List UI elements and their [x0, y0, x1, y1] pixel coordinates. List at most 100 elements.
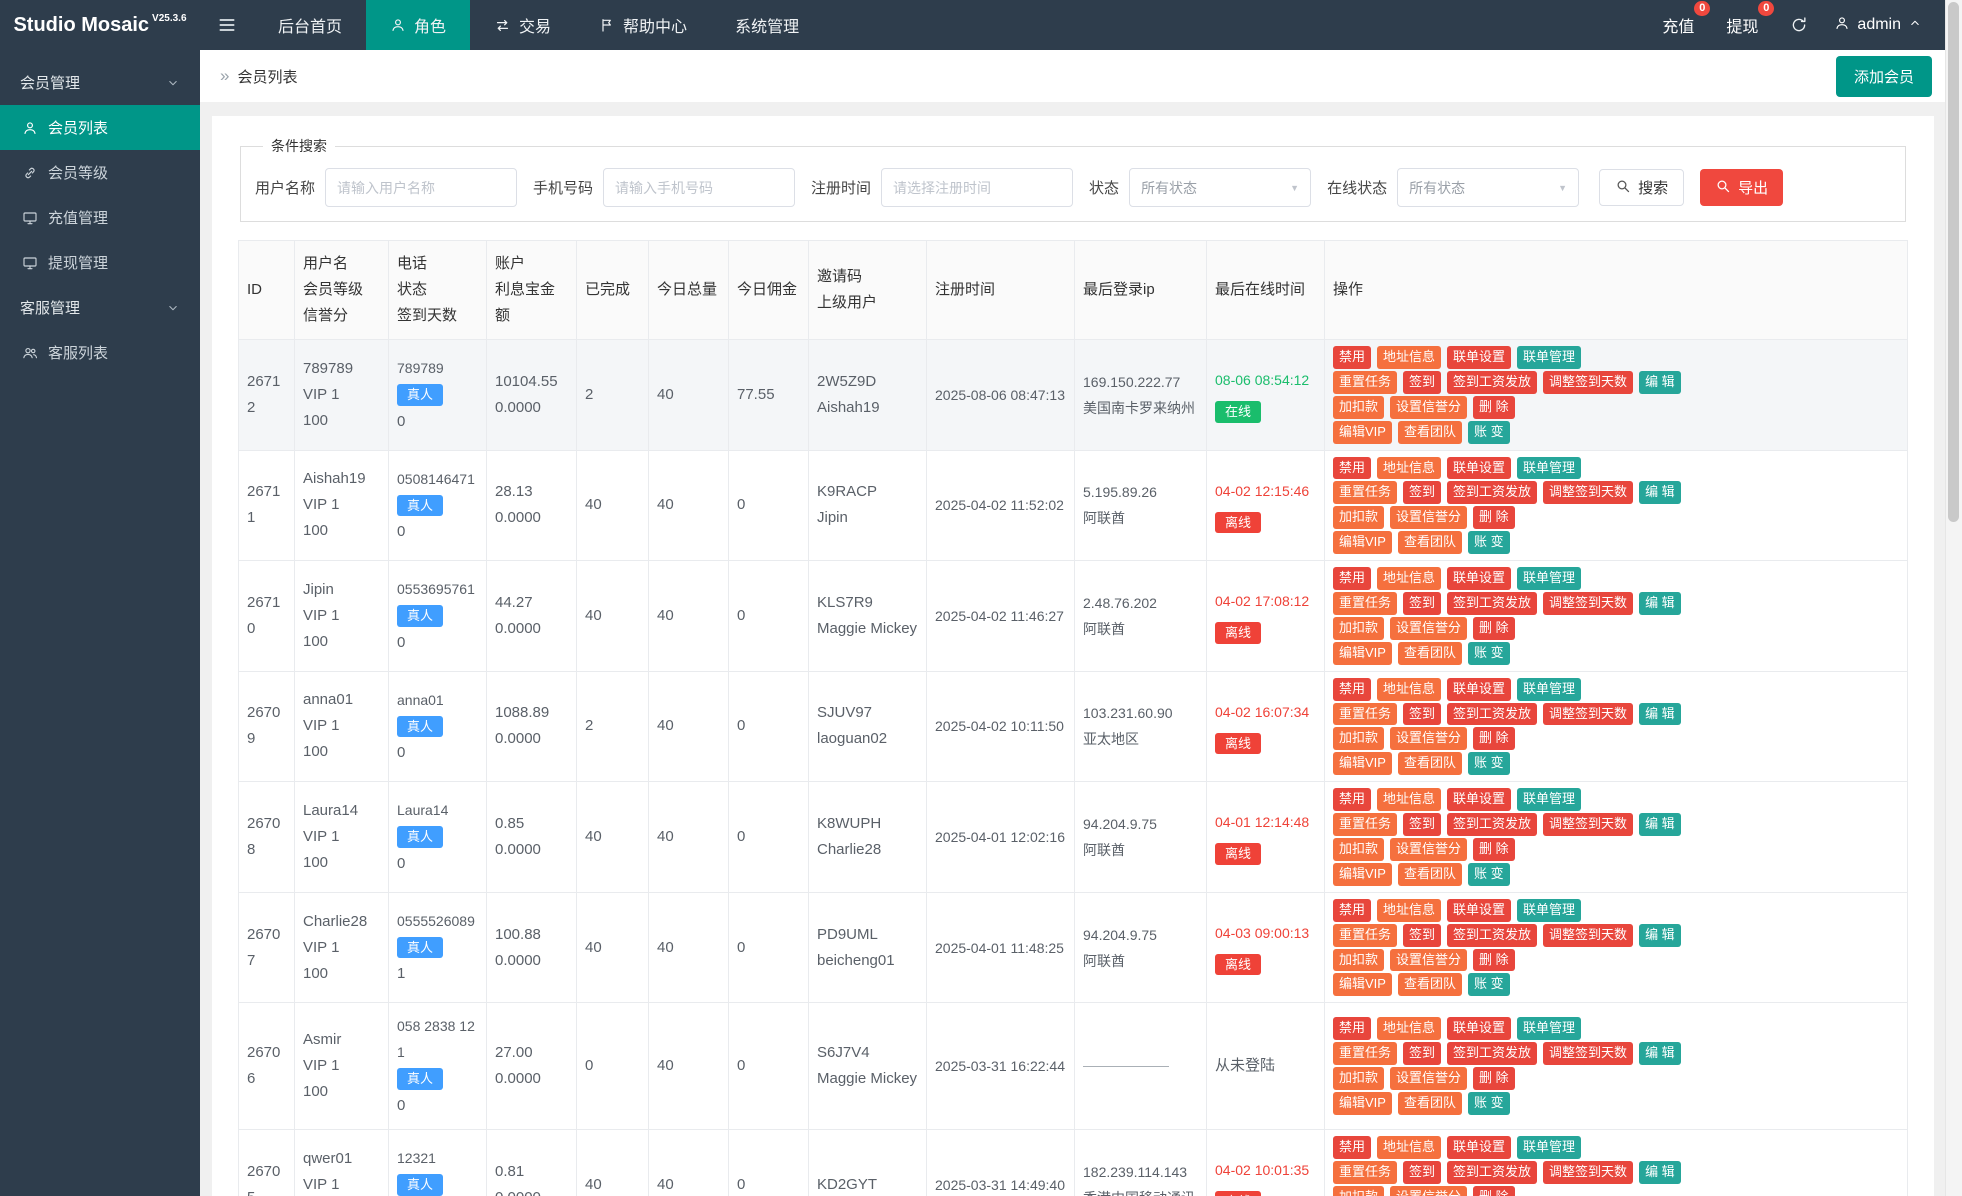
action-order-management-button[interactable]: 联单管理 — [1517, 677, 1582, 701]
action-edit-button[interactable]: 编 辑 — [1639, 813, 1681, 837]
sidebar-item-recharge-management[interactable]: 充值管理 — [0, 195, 200, 240]
export-button[interactable]: 导出 — [1700, 169, 1784, 206]
action-adjust-sign-days-button[interactable]: 调整签到天数 — [1543, 481, 1634, 505]
recharge-link[interactable]: 充值 0 — [1650, 1, 1711, 43]
action-sign-in-button[interactable]: 签到 — [1403, 923, 1442, 947]
action-edit-button[interactable]: 编 辑 — [1639, 702, 1681, 726]
action-set-credit-button[interactable]: 设置信誉分 — [1390, 948, 1468, 972]
action-view-team-button[interactable]: 查看团队 — [1397, 531, 1462, 555]
action-edit-button[interactable]: 编 辑 — [1639, 481, 1681, 505]
action-edit-vip-button[interactable]: 编辑VIP — [1333, 420, 1392, 444]
action-view-team-button[interactable]: 查看团队 — [1397, 752, 1462, 776]
action-delete-button[interactable]: 删 除 — [1473, 616, 1515, 640]
action-edit-vip-button[interactable]: 编辑VIP — [1333, 973, 1392, 997]
action-address-info-button[interactable]: 地址信息 — [1377, 567, 1442, 591]
action-order-management-button[interactable]: 联单管理 — [1517, 898, 1582, 922]
action-disable-button[interactable]: 禁用 — [1333, 788, 1372, 812]
action-add-deduct-button[interactable]: 加扣款 — [1333, 1067, 1385, 1091]
action-delete-button[interactable]: 删 除 — [1473, 395, 1515, 419]
action-sign-salary-button[interactable]: 签到工资发放 — [1447, 1042, 1538, 1066]
action-order-management-button[interactable]: 联单管理 — [1517, 346, 1582, 369]
action-adjust-sign-days-button[interactable]: 调整签到天数 — [1543, 923, 1634, 947]
action-set-credit-button[interactable]: 设置信誉分 — [1390, 1185, 1468, 1196]
action-balance-change-button[interactable]: 账 变 — [1467, 641, 1510, 665]
action-add-deduct-button[interactable]: 加扣款 — [1333, 616, 1385, 640]
user-menu[interactable]: admin — [1824, 9, 1932, 42]
action-sign-salary-button[interactable]: 签到工资发放 — [1447, 370, 1538, 394]
action-balance-change-button[interactable]: 账 变 — [1467, 531, 1510, 555]
action-view-team-button[interactable]: 查看团队 — [1397, 420, 1462, 444]
action-edit-vip-button[interactable]: 编辑VIP — [1333, 752, 1392, 776]
refresh-button[interactable] — [1778, 10, 1820, 40]
sidebar-group-service-management[interactable]: 客服管理 — [0, 285, 200, 330]
action-delete-button[interactable]: 删 除 — [1473, 727, 1515, 751]
page-scrollbar[interactable] — [1945, 0, 1962, 1196]
action-reset-task-button[interactable]: 重置任务 — [1333, 1160, 1398, 1184]
action-order-settings-button[interactable]: 联单设置 — [1447, 567, 1512, 591]
username-input[interactable] — [325, 168, 518, 207]
action-address-info-button[interactable]: 地址信息 — [1377, 1135, 1442, 1159]
action-disable-button[interactable]: 禁用 — [1333, 898, 1372, 922]
scrollbar-thumb[interactable] — [1948, 2, 1959, 522]
action-add-deduct-button[interactable]: 加扣款 — [1333, 395, 1385, 419]
action-adjust-sign-days-button[interactable]: 调整签到天数 — [1543, 592, 1634, 615]
action-sign-in-button[interactable]: 签到 — [1403, 1042, 1442, 1066]
action-view-team-button[interactable]: 查看团队 — [1397, 641, 1462, 665]
action-sign-in-button[interactable]: 签到 — [1403, 592, 1442, 615]
action-add-deduct-button[interactable]: 加扣款 — [1333, 506, 1385, 530]
action-balance-change-button[interactable]: 账 变 — [1467, 420, 1510, 444]
action-sign-salary-button[interactable]: 签到工资发放 — [1447, 592, 1538, 615]
action-edit-button[interactable]: 编 辑 — [1639, 592, 1681, 615]
action-order-management-button[interactable]: 联单管理 — [1517, 456, 1582, 480]
action-order-settings-button[interactable]: 联单设置 — [1447, 898, 1512, 922]
regtime-input[interactable] — [881, 168, 1074, 207]
action-set-credit-button[interactable]: 设置信誉分 — [1390, 1067, 1468, 1091]
action-order-settings-button[interactable]: 联单设置 — [1447, 456, 1512, 480]
action-order-management-button[interactable]: 联单管理 — [1517, 1017, 1582, 1041]
action-add-deduct-button[interactable]: 加扣款 — [1333, 1185, 1385, 1196]
action-address-info-button[interactable]: 地址信息 — [1377, 1017, 1442, 1041]
sidebar-item-member-list[interactable]: 会员列表 — [0, 105, 200, 150]
add-member-button[interactable]: 添加会员 — [1835, 55, 1932, 97]
nav-item-help-center[interactable]: 帮助中心 — [575, 0, 711, 50]
action-edit-button[interactable]: 编 辑 — [1639, 1042, 1681, 1066]
action-add-deduct-button[interactable]: 加扣款 — [1333, 948, 1385, 972]
action-reset-task-button[interactable]: 重置任务 — [1333, 923, 1398, 947]
action-address-info-button[interactable]: 地址信息 — [1377, 788, 1442, 812]
action-balance-change-button[interactable]: 账 变 — [1467, 1092, 1510, 1115]
action-edit-button[interactable]: 编 辑 — [1639, 1160, 1681, 1184]
action-view-team-button[interactable]: 查看团队 — [1397, 1092, 1462, 1115]
action-delete-button[interactable]: 删 除 — [1473, 1067, 1515, 1091]
action-sign-in-button[interactable]: 签到 — [1403, 813, 1442, 837]
action-delete-button[interactable]: 删 除 — [1473, 506, 1515, 530]
phone-input[interactable] — [603, 168, 796, 207]
action-reset-task-button[interactable]: 重置任务 — [1333, 370, 1398, 394]
action-set-credit-button[interactable]: 设置信誉分 — [1390, 616, 1468, 640]
action-disable-button[interactable]: 禁用 — [1333, 456, 1372, 480]
action-disable-button[interactable]: 禁用 — [1333, 677, 1372, 701]
action-reset-task-button[interactable]: 重置任务 — [1333, 592, 1398, 615]
action-sign-salary-button[interactable]: 签到工资发放 — [1447, 923, 1538, 947]
action-reset-task-button[interactable]: 重置任务 — [1333, 813, 1398, 837]
action-edit-vip-button[interactable]: 编辑VIP — [1333, 531, 1392, 555]
status-select[interactable]: 所有状态 ▼ — [1129, 168, 1312, 207]
action-edit-button[interactable]: 编 辑 — [1639, 923, 1681, 947]
action-sign-salary-button[interactable]: 签到工资发放 — [1447, 813, 1538, 837]
online-status-select[interactable]: 所有状态 ▼ — [1397, 168, 1580, 207]
action-adjust-sign-days-button[interactable]: 调整签到天数 — [1543, 1160, 1634, 1184]
action-edit-button[interactable]: 编 辑 — [1639, 370, 1681, 394]
action-edit-vip-button[interactable]: 编辑VIP — [1333, 641, 1392, 665]
action-edit-vip-button[interactable]: 编辑VIP — [1333, 862, 1392, 886]
action-sign-in-button[interactable]: 签到 — [1403, 370, 1442, 394]
nav-item-dashboard[interactable]: 后台首页 — [254, 0, 366, 50]
sidebar-group-member-management[interactable]: 会员管理 — [0, 60, 200, 105]
search-button[interactable]: 搜索 — [1599, 169, 1685, 206]
action-order-settings-button[interactable]: 联单设置 — [1447, 677, 1512, 701]
action-sign-in-button[interactable]: 签到 — [1403, 702, 1442, 726]
action-set-credit-button[interactable]: 设置信誉分 — [1390, 727, 1468, 751]
action-address-info-button[interactable]: 地址信息 — [1377, 456, 1442, 480]
action-set-credit-button[interactable]: 设置信誉分 — [1390, 395, 1468, 419]
action-disable-button[interactable]: 禁用 — [1333, 346, 1372, 369]
action-adjust-sign-days-button[interactable]: 调整签到天数 — [1543, 370, 1634, 394]
action-balance-change-button[interactable]: 账 变 — [1467, 752, 1510, 776]
